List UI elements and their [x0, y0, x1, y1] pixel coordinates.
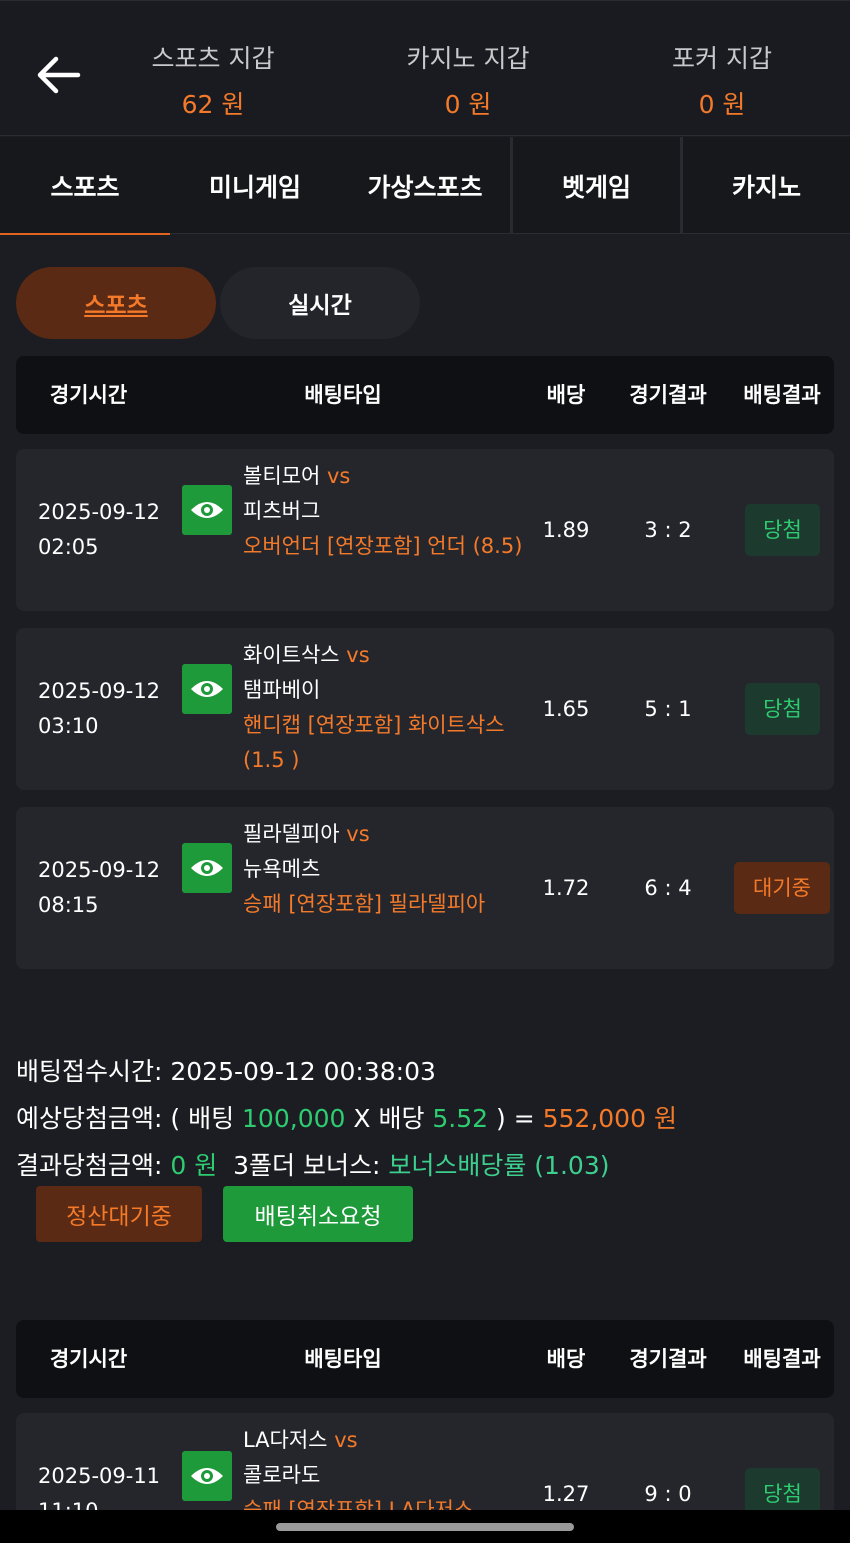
table-row: 2025-09-12 08:15 필라델피아 vs 뉴욕메츠 승패 [연장포함]… — [16, 807, 834, 969]
odds-value: 1.72 — [542, 876, 590, 900]
wallet-label: 스포츠 지갑 — [151, 44, 275, 73]
header-bet-type: 배팅타입 — [304, 383, 382, 407]
accept-time-line: 배팅접수시간: 2025-09-12 00:38:03 — [16, 1048, 677, 1095]
bet-info: 필라델피아 vs 뉴욕메츠 승패 [연장포함] 필라델피아 — [243, 817, 523, 922]
eye-icon[interactable] — [182, 1451, 232, 1501]
header-game-result: 경기결과 — [629, 383, 707, 407]
odds-label: X 배당 — [345, 1104, 433, 1133]
bet-summary: 배팅접수시간: 2025-09-12 00:38:03 예상당첨금액: ( 배팅… — [16, 1048, 677, 1189]
main-tabs: 스포츠 미니게임 가상스포츠 벳게임 카지노 — [0, 137, 850, 235]
vs-label: vs — [326, 464, 351, 488]
bet-info: 화이트삭스 vs 탬파베이 핸디캡 [연장포함] 화이트삭스 (1.5 ) — [243, 638, 523, 778]
eye-icon[interactable] — [182, 664, 232, 714]
game-score: 5 : 1 — [644, 697, 692, 721]
accept-time-value: 2025-09-12 00:38:03 — [170, 1057, 436, 1086]
header-game-time: 경기시간 — [49, 1347, 128, 1371]
odds-value: 1.65 — [542, 697, 590, 721]
away-team: 콜로라도 — [243, 1463, 321, 1487]
home-team: 볼티모어 — [243, 464, 321, 488]
bet-type: 승패 [연장포함] 필라델피아 — [243, 892, 486, 916]
poker-wallet: 포커 지갑 0 원 — [622, 39, 822, 121]
vs-label: vs — [346, 643, 370, 667]
tab-casino[interactable]: 카지노 — [680, 137, 850, 234]
header-bet-result: 배팅결과 — [743, 383, 821, 407]
casino-wallet: 카지노 지갑 0 원 — [368, 39, 568, 121]
odds-value: 1.89 — [542, 518, 590, 542]
cancel-bet-request-button[interactable]: 배팅취소요청 — [223, 1186, 413, 1242]
home-gesture-handle[interactable] — [276, 1523, 574, 1531]
wallet-bar: 스포츠 지갑 62 원 카지노 지갑 0 원 포커 지갑 0 원 — [0, 0, 850, 136]
expected-win-amount: 552,000 원 — [542, 1104, 677, 1133]
result-badge: 당첨 — [745, 683, 820, 735]
table-header: 경기시간 배팅타입 배당 경기결과 배팅결과 — [16, 356, 834, 434]
sports-wallet: 스포츠 지갑 62 원 — [113, 39, 313, 121]
game-score: 9 : 0 — [644, 1482, 692, 1506]
table-row: 2025-09-12 03:10 화이트삭스 vs 탬파베이 핸디캡 [연장포함… — [16, 628, 834, 790]
expected-win-line: 예상당첨금액: ( 배팅 100,000 X 배당 5.52 ) = 552,0… — [16, 1095, 677, 1142]
result-badge: 대기중 — [734, 862, 830, 914]
bonus-value: 보너스배당률 (1.03) — [388, 1151, 610, 1180]
table-header: 경기시간 배팅타입 배당 경기결과 배팅결과 — [16, 1320, 834, 1398]
odds-value: 1.27 — [542, 1482, 590, 1506]
tab-betgame[interactable]: 벳게임 — [510, 137, 680, 234]
header-game-result: 경기결과 — [629, 1347, 707, 1371]
settlement-pending-button[interactable]: 정산대기중 — [36, 1186, 202, 1242]
bet-info: 볼티모어 vs 피츠버그 오버언더 [연장포함] 언더 (8.5) — [243, 459, 523, 564]
bet-type: 오버언더 [연장포함] 언더 (8.5) — [243, 534, 523, 558]
wallet-amount: 0 원 — [698, 90, 746, 119]
table-row: 2025-09-12 02:05 볼티모어 vs 피츠버그 오버언더 [연장포함… — [16, 449, 834, 611]
away-team: 뉴욕메츠 — [243, 857, 321, 881]
back-arrow-icon[interactable] — [36, 53, 84, 97]
tab-minigame[interactable]: 미니게임 — [170, 137, 340, 234]
subtab-live[interactable]: 실시간 — [220, 267, 420, 339]
system-nav-bar — [0, 1510, 850, 1543]
tab-virtual-sports[interactable]: 가상스포츠 — [340, 137, 510, 234]
wallet-amount: 0 원 — [444, 90, 492, 119]
game-time: 2025-09-12 02:05 — [38, 500, 161, 559]
result-badge: 당첨 — [745, 504, 820, 556]
result-win-amount: 0 원 — [170, 1151, 218, 1180]
eye-icon[interactable] — [182, 843, 232, 893]
bonus-label: 3폴더 보너스: — [217, 1151, 389, 1180]
equals-label: ) = — [488, 1104, 543, 1133]
expected-win-label: 예상당첨금액: ( 배팅 — [16, 1104, 243, 1133]
bet-amount: 100,000 — [242, 1104, 346, 1133]
bet-type: 핸디캡 [연장포함] 화이트삭스 (1.5 ) — [243, 713, 505, 772]
away-team: 피츠버그 — [243, 499, 321, 523]
vs-label: vs — [334, 1428, 358, 1452]
wallet-amount: 62 원 — [181, 90, 245, 119]
result-win-label: 결과당첨금액: — [16, 1151, 171, 1180]
header-odds: 배당 — [546, 383, 586, 407]
subtab-sports[interactable]: 스포츠 — [16, 267, 216, 339]
home-team: 필라델피아 — [243, 822, 340, 846]
home-team: LA다저스 — [243, 1428, 328, 1452]
total-odds: 5.52 — [432, 1104, 489, 1133]
result-win-line: 결과당첨금액: 0 원 3폴더 보너스: 보너스배당률 (1.03) — [16, 1142, 677, 1189]
accept-time-label: 배팅접수시간: — [16, 1057, 171, 1086]
header-bet-type: 배팅타입 — [304, 1347, 382, 1371]
header-odds: 배당 — [546, 1347, 586, 1371]
tab-sports[interactable]: 스포츠 — [0, 137, 170, 235]
game-time: 2025-09-12 03:10 — [38, 679, 161, 738]
game-time: 2025-09-12 08:15 — [38, 858, 161, 917]
header-bet-result: 배팅결과 — [743, 1347, 821, 1371]
vs-label: vs — [346, 822, 370, 846]
wallet-label: 포커 지갑 — [672, 44, 772, 73]
game-score: 6 : 4 — [644, 876, 692, 900]
eye-icon[interactable] — [182, 485, 232, 535]
header-game-time: 경기시간 — [49, 383, 128, 407]
home-team: 화이트삭스 — [243, 643, 340, 667]
wallet-label: 카지노 지갑 — [406, 44, 530, 73]
sub-tabs: 스포츠 실시간 — [16, 267, 420, 339]
game-score: 3 : 2 — [644, 518, 692, 542]
away-team: 탬파베이 — [243, 678, 321, 702]
